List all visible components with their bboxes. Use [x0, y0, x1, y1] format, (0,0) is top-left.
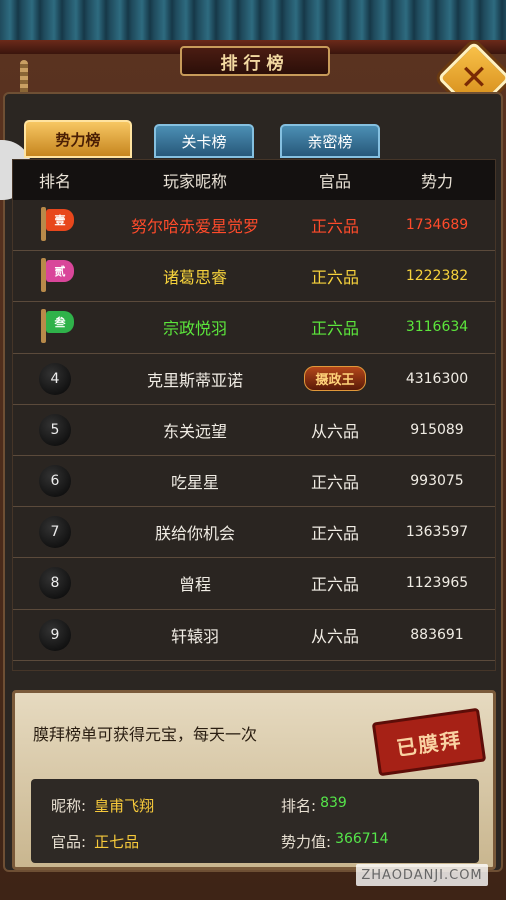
player-name: 曾程 — [178, 575, 211, 595]
official-title: 从六品 — [310, 626, 359, 646]
table-row[interactable]: 4 克里斯蒂亚诺 摄政王 4316300 — [13, 354, 495, 405]
tab-intimacy[interactable]: 亲密榜 — [280, 124, 380, 158]
table-row[interactable]: 8 曾程 正六品 1123965 — [13, 558, 495, 610]
rank-flag-icon: 贰 — [13, 256, 97, 296]
title-value: 正七品 — [94, 833, 140, 851]
power-value: 883691 — [410, 626, 464, 643]
power-value: 993075 — [410, 473, 464, 490]
rank-flag-icon: 壹 — [13, 205, 97, 245]
power-value: 1123965 — [405, 575, 469, 592]
power-value: 1222382 — [405, 268, 469, 285]
my-info-box: 昵称: 皇甫飞翔 排名: 839 官品: 正七品 势力值: 366714 — [31, 779, 479, 863]
header-rank: 排名 — [38, 172, 71, 191]
official-title: 正六品 — [310, 217, 359, 237]
table-row[interactable]: 9 轩辕羽 从六品 883691 — [13, 610, 495, 661]
power-label: 势力值: — [281, 833, 332, 851]
player-name: 诸葛思睿 — [162, 268, 227, 288]
official-title: 正六品 — [310, 575, 359, 595]
rank-flag-icon: 贰 — [37, 256, 74, 293]
table-row[interactable]: 叁 宗政悦羽 正六品 3116634 — [13, 302, 495, 354]
power-value: 1363597 — [405, 524, 469, 541]
worship-note: 膜拜榜单可获得元宝，每天一次 — [33, 725, 258, 744]
nickname-value: 皇甫飞翔 — [94, 797, 155, 815]
table-row[interactable]: 贰 诸葛思睿 正六品 1222382 — [13, 251, 495, 303]
table-body: 壹努尔哈赤爱星觉罗 正六品 1734689 贰诸葛思睿 正六品 1222382 叁宗政悦羽正… — [13, 200, 495, 661]
tab-stage[interactable]: 关卡榜 — [154, 124, 254, 158]
tab-power[interactable]: 势力榜 — [24, 120, 132, 158]
official-title: 正六品 — [310, 473, 359, 493]
table-row[interactable]: 5 东关远望 从六品 915089 — [13, 405, 495, 456]
power-value: 915089 — [410, 421, 464, 438]
rank-number: 4 — [39, 362, 71, 395]
rank-number: 5 — [39, 413, 71, 446]
rank-number: 7 — [39, 516, 71, 549]
footer-panel: 膜拜榜单可获得元宝，每天一次 已膜拜 昵称: 皇甫飞翔 排名: 839 官品: … — [12, 690, 496, 870]
table-row[interactable]: 壹 努尔哈赤爱星觉罗 正六品 1734689 — [13, 200, 495, 252]
player-name: 努尔哈赤爱星觉罗 — [130, 217, 259, 237]
power-value: 4316300 — [405, 370, 469, 387]
player-name: 朕给你机会 — [154, 524, 235, 544]
official-title: 正六品 — [310, 524, 359, 544]
rank-number: 9 — [39, 618, 71, 651]
nickname-label: 昵称: — [51, 797, 87, 815]
worship-stamp-button[interactable]: 已膜拜 — [371, 707, 487, 777]
power-value: 3116634 — [405, 319, 469, 336]
rank-label: 排名: — [281, 797, 317, 815]
power-value: 1734689 — [405, 217, 469, 234]
table-row[interactable]: 7 朕给你机会 正六品 1363597 — [13, 507, 495, 559]
player-name: 克里斯蒂亚诺 — [146, 370, 243, 390]
title-badge: 摄政王 — [293, 366, 377, 392]
table-row[interactable]: 6 吃星星 正六品 993075 — [13, 456, 495, 508]
header-name: 玩家昵称 — [162, 172, 227, 191]
rank-flag-icon: 叁 — [37, 307, 74, 344]
rank-flag-icon: 壹 — [37, 205, 74, 242]
player-name: 轩辕羽 — [170, 626, 219, 646]
header-power: 势力 — [420, 172, 453, 191]
page-title: 排行榜 — [180, 46, 330, 76]
table-header: 排名 玩家昵称 官品 势力 — [13, 160, 495, 200]
official-title: 正六品 — [310, 268, 359, 288]
header-title: 官品 — [318, 172, 351, 191]
rank-number: 6 — [39, 465, 71, 498]
regent-badge: 摄政王 — [304, 366, 366, 392]
rank-number: 8 — [39, 567, 71, 600]
tab-bar: 势力榜 关卡榜 亲密榜 — [24, 120, 494, 160]
official-title: 从六品 — [310, 421, 359, 441]
ranking-table: 排名 玩家昵称 官品 势力 壹努尔哈赤爱星觉罗 正六品 1734689 贰诸葛思睿 正六… — [12, 159, 496, 671]
rank-flag-icon: 叁 — [13, 307, 97, 347]
player-name: 宗政悦羽 — [162, 319, 227, 339]
official-title: 正六品 — [310, 319, 359, 339]
player-name: 东关远望 — [162, 421, 227, 441]
watermark: ZHAODANJI.COM — [356, 864, 488, 886]
rank-value: 839 — [320, 795, 347, 811]
player-name: 吃星星 — [170, 473, 219, 493]
power-value: 366714 — [335, 831, 389, 847]
title-label: 官品: — [51, 833, 87, 851]
